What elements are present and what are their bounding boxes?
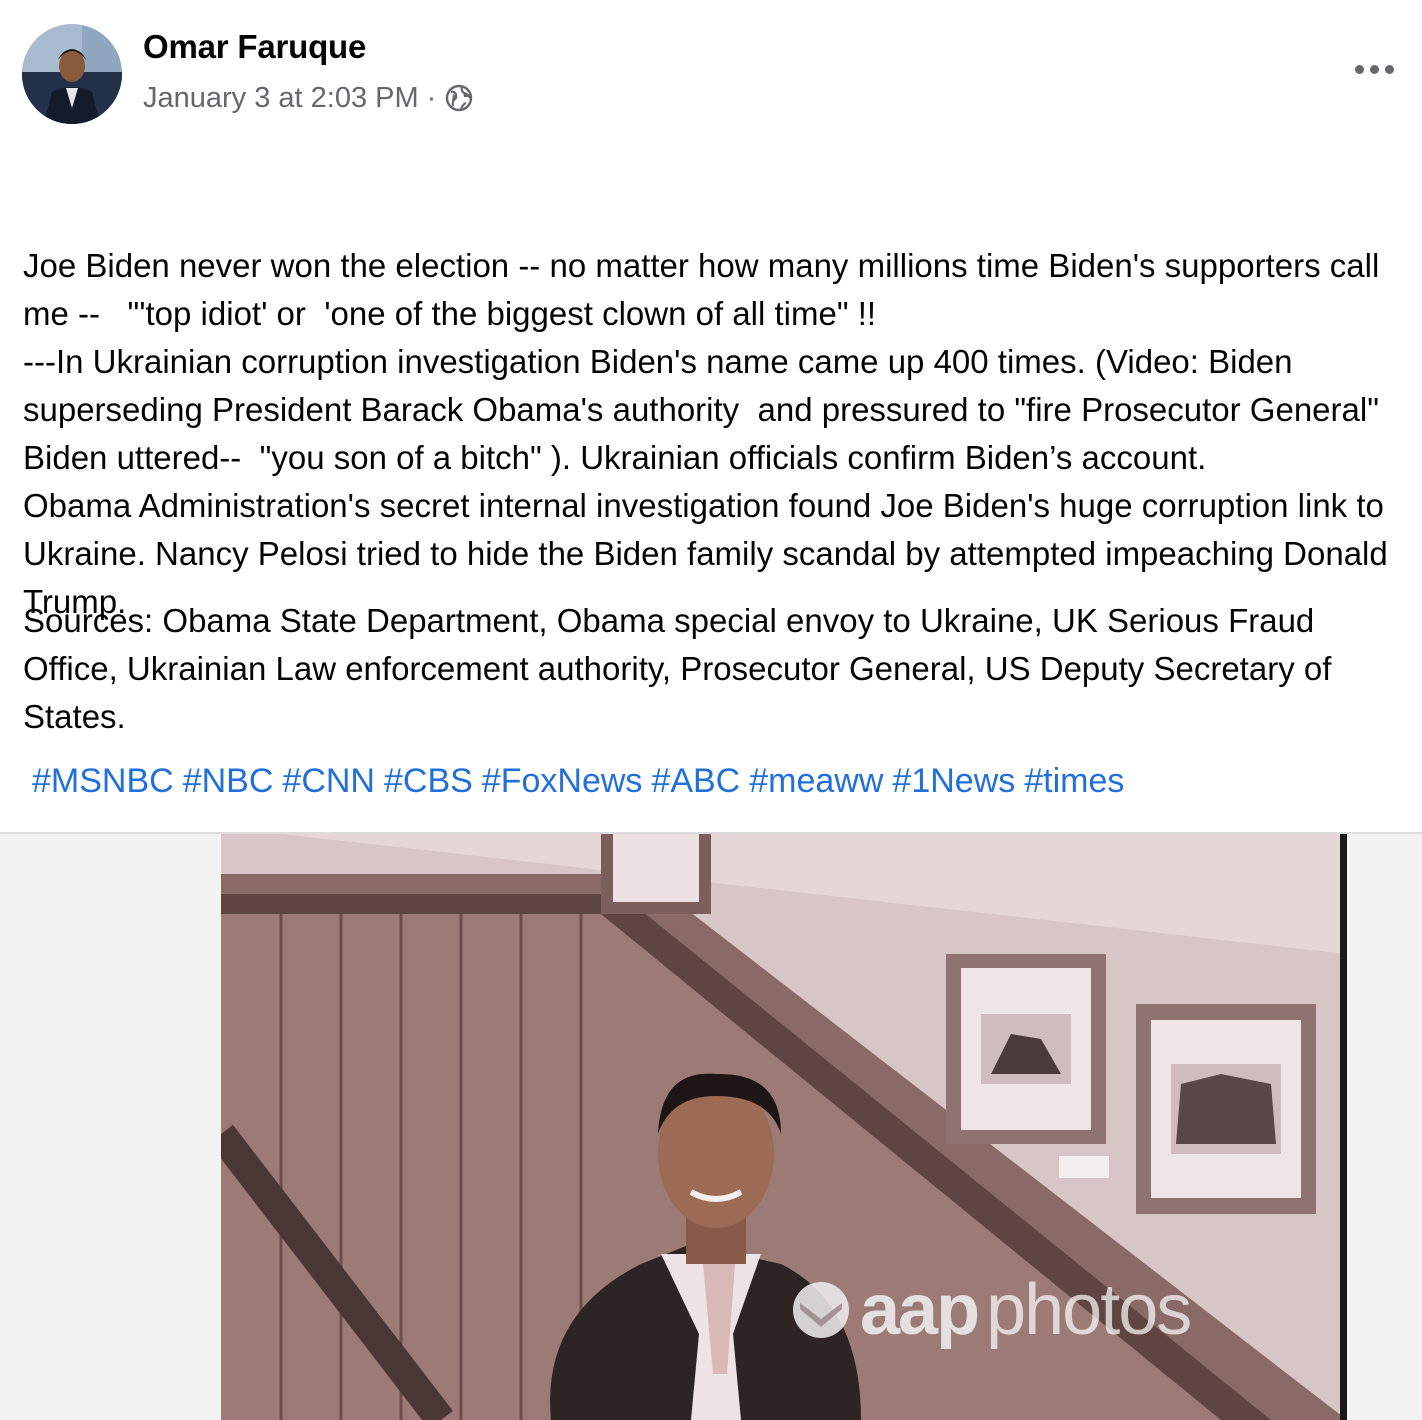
globe-icon[interactable]	[444, 83, 474, 113]
hashtag-cbs[interactable]: #CBS	[384, 756, 473, 806]
hashtag-foxnews[interactable]: #FoxNews	[482, 756, 643, 806]
post-timestamp[interactable]: January 3 at 2:03 PM	[143, 82, 419, 115]
hashtag-1news[interactable]: #1News	[892, 756, 1015, 806]
post-header: Omar Faruque January 3 at 2:03 PM ·	[0, 0, 1422, 140]
avatar-photo	[22, 24, 122, 124]
photo-border	[1340, 834, 1347, 1420]
post-meta: January 3 at 2:03 PM ·	[143, 78, 474, 118]
aap-logo-icon	[793, 1282, 849, 1338]
watermark-suffix: photos	[986, 1270, 1192, 1350]
hashtag-cnn[interactable]: #CNN	[282, 756, 375, 806]
watermark-brand: aap	[860, 1270, 980, 1350]
hashtag-meaww[interactable]: #meaww	[749, 756, 883, 806]
hashtag-times[interactable]: #times	[1024, 756, 1124, 806]
hashtag-abc[interactable]: #ABC	[651, 756, 740, 806]
author-name[interactable]: Omar Faruque	[143, 28, 366, 66]
author-avatar[interactable]	[22, 24, 122, 124]
hashtag-nbc[interactable]: #NBC	[183, 756, 274, 806]
post-text: Joe Biden never won the election -- no m…	[23, 247, 1388, 620]
post-body: Joe Biden never won the election -- no m…	[23, 146, 1415, 674]
aap-photos-watermark: aap photos	[790, 1270, 1192, 1350]
meta-separator: ·	[426, 81, 437, 114]
hashtag-list: #MSNBC #NBC #CNN #CBS #FoxNews #ABC #mea…	[32, 756, 1124, 806]
more-options-icon[interactable]	[1342, 52, 1406, 86]
post-sources: Sources: Obama State Department, Obama s…	[23, 602, 1332, 735]
hashtag-msnbc[interactable]: #MSNBC	[32, 756, 174, 806]
